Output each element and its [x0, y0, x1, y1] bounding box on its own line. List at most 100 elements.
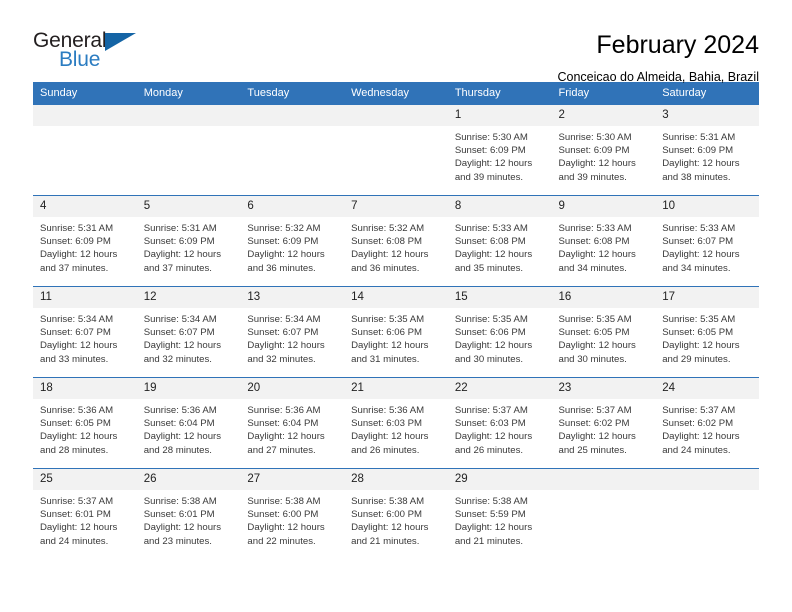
day-cell[interactable]: 2 Sunrise: 5:30 AM Sunset: 6:09 PM Daylig…: [551, 105, 656, 196]
day-cell[interactable]: [551, 468, 656, 559]
day-cell[interactable]: 28 Sunrise: 5:38 AM Sunset: 6:00 PM Dayli…: [344, 468, 448, 559]
day-cell[interactable]: 9 Sunrise: 5:33 AM Sunset: 6:08 PM Daylig…: [551, 195, 656, 287]
day-cell[interactable]: [655, 468, 759, 559]
day-number: 14: [344, 287, 448, 308]
weekday-header-sunday: Sunday: [33, 82, 137, 105]
day-details: Sunrise: 5:37 AM Sunset: 6:03 PM Dayligh…: [454, 405, 533, 456]
day-cell[interactable]: 4 Sunrise: 5:31 AM Sunset: 6:09 PM Daylig…: [33, 195, 137, 287]
day-cell[interactable]: [33, 105, 137, 196]
day-number: 11: [33, 287, 137, 308]
day-details: [655, 490, 759, 495]
day-cell[interactable]: 18 Sunrise: 5:36 AM Sunset: 6:05 PM Dayli…: [33, 377, 137, 469]
day-details: Sunrise: 5:32 AM Sunset: 6:09 PM Dayligh…: [247, 223, 325, 274]
day-details: Sunrise: 5:38 AM Sunset: 6:01 PM Dayligh…: [143, 496, 222, 547]
day-details: Sunrise: 5:35 AM Sunset: 6:06 PM Dayligh…: [351, 314, 429, 365]
day-cell[interactable]: 20 Sunrise: 5:36 AM Sunset: 6:04 PM Dayli…: [240, 377, 345, 469]
day-cell[interactable]: 24 Sunrise: 5:37 AM Sunset: 6:02 PM Dayli…: [655, 377, 759, 469]
weekday-header-monday: Monday: [136, 82, 241, 105]
day-details: Sunrise: 5:37 AM Sunset: 6:01 PM Dayligh…: [40, 496, 118, 547]
calendar-week-row: 1 Sunrise: 5:30 AM Sunset: 6:09 PM Daylig…: [33, 105, 759, 196]
day-cell[interactable]: 19 Sunrise: 5:36 AM Sunset: 6:04 PM Dayli…: [136, 377, 241, 469]
weekday-header-tuesday: Tuesday: [240, 82, 345, 105]
day-number: 7: [344, 196, 448, 217]
day-details: Sunrise: 5:33 AM Sunset: 6:07 PM Dayligh…: [662, 223, 740, 274]
day-number: 24: [655, 378, 759, 399]
day-number: [33, 105, 137, 126]
day-details: [240, 126, 344, 131]
day-cell[interactable]: 10 Sunrise: 5:33 AM Sunset: 6:07 PM Dayli…: [655, 195, 759, 287]
day-cell[interactable]: 5 Sunrise: 5:31 AM Sunset: 6:09 PM Daylig…: [136, 195, 241, 287]
day-cell[interactable]: 22 Sunrise: 5:37 AM Sunset: 6:03 PM Dayli…: [447, 377, 552, 469]
day-details: Sunrise: 5:35 AM Sunset: 6:06 PM Dayligh…: [454, 314, 533, 365]
day-details: Sunrise: 5:36 AM Sunset: 6:04 PM Dayligh…: [143, 405, 222, 456]
day-cell[interactable]: 17 Sunrise: 5:35 AM Sunset: 6:05 PM Dayli…: [655, 286, 759, 378]
day-details: Sunrise: 5:30 AM Sunset: 6:09 PM Dayligh…: [558, 132, 636, 183]
page-header: General Blue February 2024 Conceicao do …: [33, 0, 759, 84]
day-cell[interactable]: 6 Sunrise: 5:32 AM Sunset: 6:09 PM Daylig…: [240, 195, 345, 287]
day-cell[interactable]: 16 Sunrise: 5:35 AM Sunset: 6:05 PM Dayli…: [551, 286, 656, 378]
day-details: [552, 490, 656, 495]
day-details: Sunrise: 5:38 AM Sunset: 6:00 PM Dayligh…: [247, 496, 325, 547]
day-number: 28: [344, 469, 448, 490]
calendar-body: 1 Sunrise: 5:30 AM Sunset: 6:09 PM Daylig…: [33, 105, 759, 559]
day-details: Sunrise: 5:37 AM Sunset: 6:02 PM Dayligh…: [662, 405, 740, 456]
sunrise-sunset-calendar: Sunday Monday Tuesday Wednesday Thursday…: [33, 82, 759, 559]
day-cell[interactable]: [136, 105, 241, 196]
day-details: [137, 126, 241, 131]
day-cell[interactable]: 7 Sunrise: 5:32 AM Sunset: 6:08 PM Daylig…: [344, 195, 448, 287]
calendar-week-row: 18 Sunrise: 5:36 AM Sunset: 6:05 PM Dayli…: [33, 377, 759, 469]
day-cell[interactable]: [344, 105, 448, 196]
day-number: 15: [447, 287, 552, 308]
day-details: Sunrise: 5:31 AM Sunset: 6:09 PM Dayligh…: [662, 132, 740, 183]
day-details: Sunrise: 5:30 AM Sunset: 6:09 PM Dayligh…: [454, 132, 533, 183]
day-details: Sunrise: 5:31 AM Sunset: 6:09 PM Dayligh…: [40, 223, 118, 274]
day-details: Sunrise: 5:38 AM Sunset: 5:59 PM Dayligh…: [454, 496, 533, 547]
day-cell[interactable]: 23 Sunrise: 5:37 AM Sunset: 6:02 PM Dayli…: [551, 377, 656, 469]
calendar-page: General Blue February 2024 Conceicao do …: [0, 0, 792, 612]
day-cell[interactable]: 29 Sunrise: 5:38 AM Sunset: 5:59 PM Dayli…: [447, 468, 552, 559]
day-cell[interactable]: 3 Sunrise: 5:31 AM Sunset: 6:09 PM Daylig…: [655, 105, 759, 196]
day-details: Sunrise: 5:33 AM Sunset: 6:08 PM Dayligh…: [454, 223, 533, 274]
day-number: 26: [136, 469, 241, 490]
day-number: 3: [655, 105, 759, 126]
day-cell[interactable]: 25 Sunrise: 5:37 AM Sunset: 6:01 PM Dayli…: [33, 468, 137, 559]
day-details: Sunrise: 5:36 AM Sunset: 6:03 PM Dayligh…: [351, 405, 429, 456]
day-details: Sunrise: 5:35 AM Sunset: 6:05 PM Dayligh…: [558, 314, 636, 365]
calendar-week-row: 25 Sunrise: 5:37 AM Sunset: 6:01 PM Dayli…: [33, 468, 759, 559]
title-block: February 2024 Conceicao do Almeida, Bahi…: [557, 30, 759, 86]
day-cell[interactable]: 11 Sunrise: 5:34 AM Sunset: 6:07 PM Dayli…: [33, 286, 137, 378]
day-cell[interactable]: 8 Sunrise: 5:33 AM Sunset: 6:08 PM Daylig…: [447, 195, 552, 287]
location-subtitle: Conceicao do Almeida, Bahia, Brazil: [557, 70, 759, 84]
day-number: 23: [551, 378, 656, 399]
day-cell[interactable]: 12 Sunrise: 5:34 AM Sunset: 6:07 PM Dayli…: [136, 286, 241, 378]
day-details: Sunrise: 5:34 AM Sunset: 6:07 PM Dayligh…: [247, 314, 325, 365]
day-cell[interactable]: 26 Sunrise: 5:38 AM Sunset: 6:01 PM Dayli…: [136, 468, 241, 559]
day-number: 6: [240, 196, 345, 217]
day-number: 17: [655, 287, 759, 308]
day-details: [344, 126, 448, 131]
day-number: 10: [655, 196, 759, 217]
day-details: Sunrise: 5:34 AM Sunset: 6:07 PM Dayligh…: [40, 314, 118, 365]
day-number: 18: [33, 378, 137, 399]
day-details: Sunrise: 5:32 AM Sunset: 6:08 PM Dayligh…: [351, 223, 429, 274]
day-details: Sunrise: 5:34 AM Sunset: 6:07 PM Dayligh…: [143, 314, 222, 365]
day-cell[interactable]: 13 Sunrise: 5:34 AM Sunset: 6:07 PM Dayli…: [240, 286, 345, 378]
day-number: [136, 105, 241, 126]
day-cell[interactable]: 27 Sunrise: 5:38 AM Sunset: 6:00 PM Dayli…: [240, 468, 345, 559]
general-blue-logo[interactable]: General Blue: [33, 30, 153, 76]
day-cell[interactable]: 1 Sunrise: 5:30 AM Sunset: 6:09 PM Daylig…: [447, 105, 552, 196]
day-details: Sunrise: 5:36 AM Sunset: 6:05 PM Dayligh…: [40, 405, 118, 456]
day-cell[interactable]: 15 Sunrise: 5:35 AM Sunset: 6:06 PM Dayli…: [447, 286, 552, 378]
day-details: [33, 126, 137, 131]
logo-text-blue: Blue: [59, 48, 101, 71]
day-number: 2: [551, 105, 656, 126]
day-number: [551, 469, 656, 490]
logo-triangle-icon: [105, 33, 136, 51]
day-cell[interactable]: [240, 105, 345, 196]
day-cell[interactable]: 21 Sunrise: 5:36 AM Sunset: 6:03 PM Dayli…: [344, 377, 448, 469]
page-title: February 2024: [596, 31, 759, 59]
weekday-header-wednesday: Wednesday: [344, 82, 448, 105]
day-number: [655, 469, 759, 490]
weekday-header-thursday: Thursday: [447, 82, 552, 105]
day-cell[interactable]: 14 Sunrise: 5:35 AM Sunset: 6:06 PM Dayli…: [344, 286, 448, 378]
